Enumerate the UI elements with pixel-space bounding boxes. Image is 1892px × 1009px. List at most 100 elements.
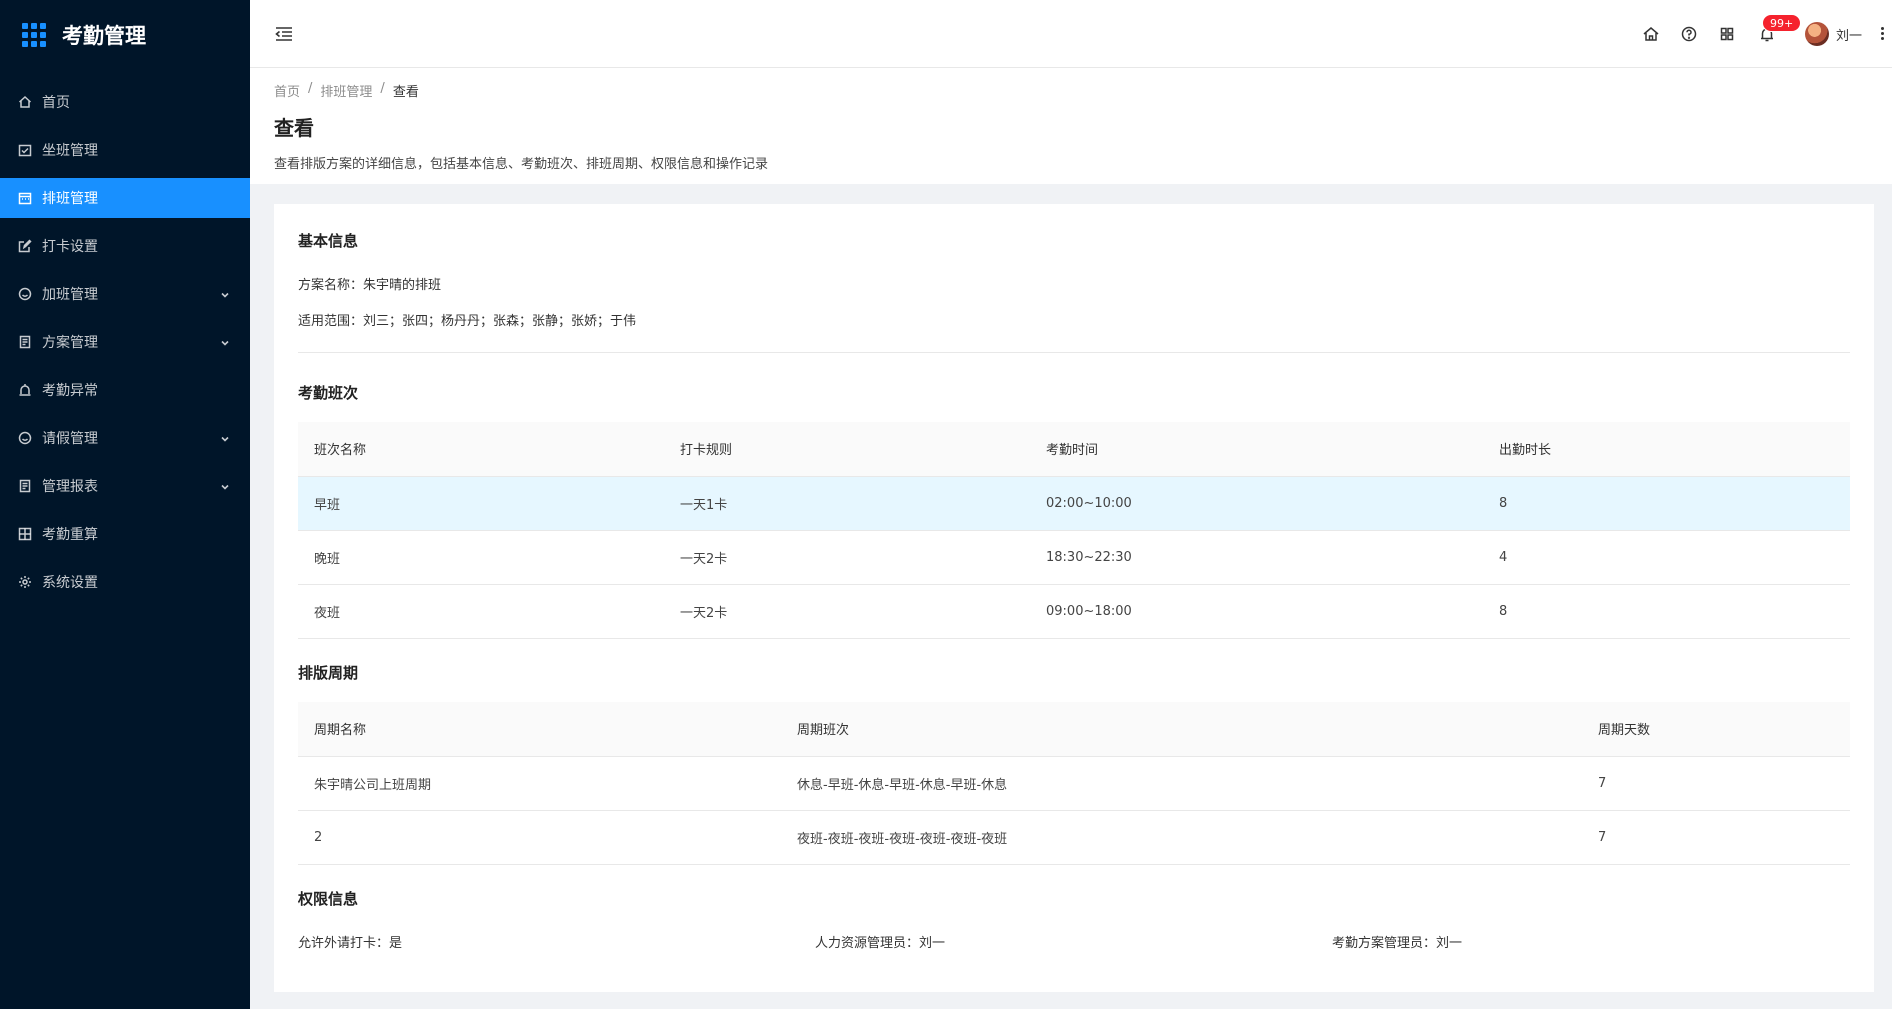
sidebar-item-home[interactable]: 首页 (0, 82, 250, 122)
plan-admin: 考勤方案管理员：刘一 (1332, 936, 1463, 951)
chevron-down-icon (220, 288, 230, 298)
cycles-title: 排版周期 (298, 664, 359, 682)
edit-icon (18, 239, 32, 253)
document-icon (18, 335, 32, 349)
detail-card: 基本信息 方案名称：朱宇晴的排班 适用范围：刘三；张四；杨丹丹；张森；张静；张娇… (274, 204, 1874, 992)
breadcrumb-separator: / (308, 81, 313, 96)
table-row[interactable]: 夜班 一天2卡 09:00~18:00 8 (298, 584, 1850, 639)
column-header: 周期天数 (1582, 702, 1850, 757)
page-description: 查看排版方案的详细信息，包括基本信息、考勤班次、排班周期、权限信息和操作记录 (274, 157, 769, 172)
sidebar-item-label: 考勤异常 (42, 383, 98, 399)
divider (298, 352, 1850, 353)
sidebar-item-label: 坐班管理 (42, 143, 98, 159)
table-cell: 2 (298, 810, 781, 865)
calculator-icon (18, 527, 32, 541)
page-header: 首页 / 排班管理 / 查看 查看 查看排版方案的详细信息，包括基本信息、考勤班… (250, 68, 1892, 184)
column-header: 出勤时长 (1483, 422, 1850, 477)
column-header: 打卡规则 (664, 422, 1030, 477)
sidebar-item-leave-management[interactable]: 请假管理 (0, 418, 250, 458)
smile-icon (18, 287, 32, 301)
breadcrumb-home[interactable]: 首页 (274, 81, 300, 100)
plan-name: 方案名称：朱宇晴的排班 (298, 278, 442, 293)
table-cell: 18:30~22:30 (1030, 530, 1483, 585)
sidebar-item-label: 考勤重算 (42, 527, 98, 543)
gear-icon (18, 575, 32, 589)
chevron-down-icon (220, 480, 230, 490)
calendar-icon (18, 191, 32, 205)
avatar[interactable] (1805, 22, 1829, 46)
table-cell: 7 (1582, 756, 1850, 811)
sidebar-item-reports[interactable]: 管理报表 (0, 466, 250, 506)
table-cell: 一天2卡 (664, 584, 1030, 639)
sidebar-item-seat-management[interactable]: 坐班管理 (0, 130, 250, 170)
sidebar-item-system-settings[interactable]: 系统设置 (0, 562, 250, 602)
table-header-row: 班次名称 打卡规则 考勤时间 出勤时长 (298, 422, 1850, 477)
sidebar-item-shift-management[interactable]: 排班管理 (0, 178, 250, 218)
notification-badge: 99+ (1762, 14, 1802, 32)
sidebar-item-label: 管理报表 (42, 479, 98, 495)
breadcrumb: 首页 / 排班管理 / 查看 (274, 81, 1892, 100)
shifts-table: 班次名称 打卡规则 考勤时间 出勤时长 早班 一天1卡 02:00~10:00 … (298, 422, 1850, 639)
sidebar-item-clock-settings[interactable]: 打卡设置 (0, 226, 250, 266)
table-row[interactable]: 2 夜班-夜班-夜班-夜班-夜班-夜班-夜班 7 (298, 810, 1850, 865)
table-cell: 一天1卡 (664, 476, 1030, 531)
user-name[interactable]: 刘一 (1836, 25, 1862, 44)
help-icon[interactable] (1680, 25, 1698, 43)
column-header: 班次名称 (298, 422, 664, 477)
sidebar-item-attendance-exception[interactable]: 考勤异常 (0, 370, 250, 410)
allow-outside-clock: 允许外请打卡：是 (298, 936, 403, 951)
table-cell: 晚班 (298, 530, 664, 585)
table-cell: 休息-早班-休息-早班-休息-早班-休息 (781, 756, 1582, 811)
column-header: 周期名称 (298, 702, 781, 757)
breadcrumb-shift-management[interactable]: 排班管理 (320, 81, 372, 100)
sidebar-item-recalculate[interactable]: 考勤重算 (0, 514, 250, 554)
apps-icon[interactable] (1718, 25, 1736, 43)
cycles-table: 周期名称 周期班次 周期天数 朱宇晴公司上班周期 休息-早班-休息-早班-休息-… (298, 702, 1850, 865)
menu-collapse-icon[interactable] (274, 24, 294, 44)
table-cell: 02:00~10:00 (1030, 476, 1483, 531)
home-icon[interactable] (1642, 25, 1660, 43)
sidebar-item-label: 打卡设置 (42, 239, 98, 255)
table-cell: 4 (1483, 530, 1850, 585)
table-cell: 朱宇晴公司上班周期 (298, 756, 781, 811)
app-logo[interactable]: 考勤管理 (0, 0, 250, 70)
shifts-title: 考勤班次 (298, 384, 359, 402)
basic-info-title: 基本信息 (298, 232, 359, 250)
sidebar-item-label: 系统设置 (42, 575, 98, 591)
table-cell: 一天2卡 (664, 530, 1030, 585)
scope: 适用范围：刘三；张四；杨丹丹；张森；张静；张娇；于伟 (298, 314, 637, 329)
table-cell: 8 (1483, 584, 1850, 639)
table-header-row: 周期名称 周期班次 周期天数 (298, 702, 1850, 757)
sidebar-menu: 首页 坐班管理 排班管理 打卡设置 加班管理 方案管理 考勤异常 请假管理 管理… (0, 82, 250, 602)
permissions-title: 权限信息 (298, 890, 359, 908)
sidebar-item-plan-management[interactable]: 方案管理 (0, 322, 250, 362)
alarm-icon (18, 383, 32, 397)
table-row[interactable]: 朱宇晴公司上班周期 休息-早班-休息-早班-休息-早班-休息 7 (298, 756, 1850, 811)
table-cell: 早班 (298, 476, 664, 531)
table-cell: 夜班 (298, 584, 664, 639)
app-title: 考勤管理 (62, 24, 146, 48)
more-vertical-icon[interactable] (1880, 25, 1886, 43)
smile-icon (18, 431, 32, 445)
sidebar-item-label: 首页 (42, 95, 70, 111)
document-icon (18, 479, 32, 493)
table-row[interactable]: 晚班 一天2卡 18:30~22:30 4 (298, 530, 1850, 585)
chevron-down-icon (220, 432, 230, 442)
table-cell: 夜班-夜班-夜班-夜班-夜班-夜班-夜班 (781, 810, 1582, 865)
table-cell: 8 (1483, 476, 1850, 531)
breadcrumb-separator: / (380, 81, 385, 96)
column-header: 周期班次 (781, 702, 1582, 757)
apps-grid-icon (22, 23, 46, 47)
home-icon (18, 95, 32, 109)
column-header: 考勤时间 (1030, 422, 1483, 477)
sidebar-item-overtime[interactable]: 加班管理 (0, 274, 250, 314)
sidebar: 考勤管理 首页 坐班管理 排班管理 打卡设置 加班管理 方案管理 考勤异常 请假… (0, 0, 250, 1009)
table-cell: 09:00~18:00 (1030, 584, 1483, 639)
sidebar-item-label: 排班管理 (42, 191, 98, 207)
breadcrumb-current: 查看 (392, 85, 419, 100)
table-row[interactable]: 早班 一天1卡 02:00~10:00 8 (298, 476, 1850, 531)
page-title: 查看 (274, 116, 314, 140)
sidebar-item-label: 加班管理 (42, 287, 98, 303)
calendar-check-icon (18, 143, 32, 157)
hr-admin: 人力资源管理员：刘一 (815, 936, 946, 951)
